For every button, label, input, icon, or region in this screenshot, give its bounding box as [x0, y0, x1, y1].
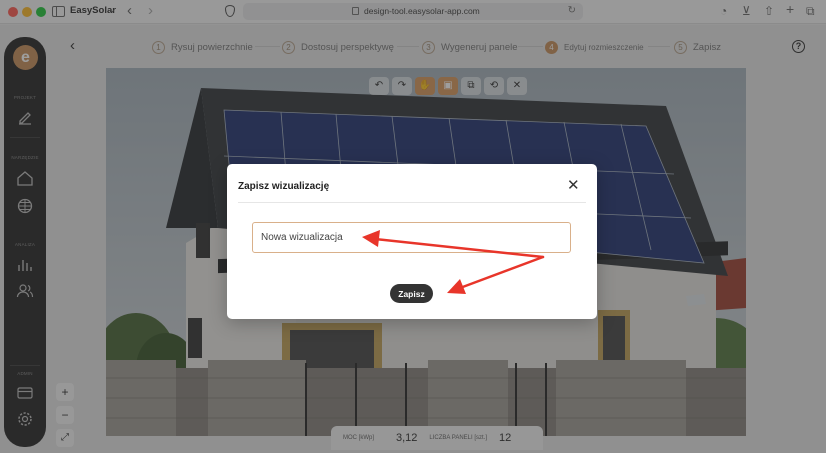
- annotation-arrows: [362, 230, 545, 294]
- arrow-to-input-head: [362, 230, 380, 247]
- arrow-to-input-line: [373, 237, 545, 259]
- arrow-to-save-line: [458, 255, 545, 290]
